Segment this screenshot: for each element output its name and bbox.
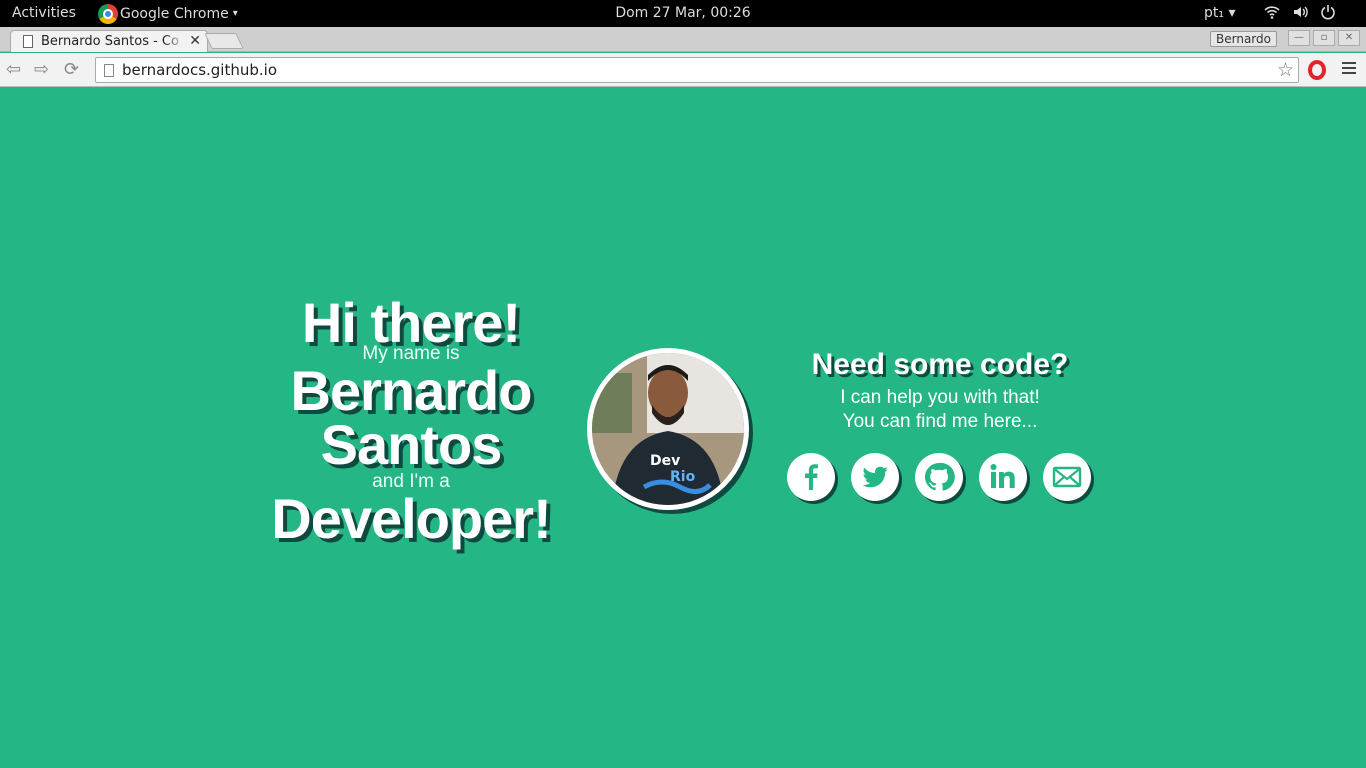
reload-button[interactable]: ⟳	[64, 59, 79, 80]
page-icon	[104, 63, 114, 77]
browser-tab[interactable]: Bernardo Santos - Co ✕	[10, 30, 208, 52]
web-page: Hi there! My name is Bernardo Santos and…	[0, 88, 1366, 768]
facebook-icon	[805, 464, 818, 490]
activities-button[interactable]: Activities	[12, 5, 76, 21]
pitch-line-1: I can help you with that!	[840, 387, 1040, 408]
github-link[interactable]	[915, 453, 963, 501]
back-button[interactable]: ⇦	[6, 59, 21, 80]
bookmark-star-icon[interactable]: ☆	[1277, 59, 1294, 81]
extension-icon[interactable]	[1308, 60, 1326, 80]
svg-text:Dev: Dev	[650, 453, 680, 469]
address-bar[interactable]: bernardocs.github.io ☆	[95, 57, 1299, 83]
volume-icon[interactable]	[1292, 4, 1308, 20]
twitter-link[interactable]	[851, 453, 899, 501]
profile-button[interactable]: Bernardo	[1210, 31, 1277, 47]
email-icon	[1052, 466, 1082, 488]
pitch-heading: Need some code?	[811, 348, 1069, 381]
avatar: Dev Rio	[587, 348, 749, 510]
role: Developer!	[271, 487, 551, 550]
page-icon	[23, 35, 33, 48]
social-links	[787, 453, 1091, 501]
power-icon[interactable]	[1320, 4, 1336, 20]
keyboard-layout-indicator[interactable]: pt₁ ▾	[1204, 5, 1235, 21]
maximize-button[interactable]: ▫	[1313, 30, 1335, 46]
forward-button[interactable]: ⇨	[34, 59, 49, 80]
tab-title: Bernardo Santos - Co	[41, 34, 179, 49]
twitter-icon	[862, 466, 888, 488]
first-name: Bernardo	[290, 359, 533, 422]
greeting: Hi there!	[301, 291, 521, 354]
facebook-link[interactable]	[787, 453, 835, 501]
last-name: Santos	[320, 413, 503, 476]
close-window-button[interactable]: ✕	[1338, 30, 1360, 46]
pitch-block: Need some code? I can help you with that…	[790, 348, 1090, 434]
pitch-line-2: You can find me here...	[842, 411, 1038, 432]
intro-block: Hi there! My name is Bernardo Santos and…	[230, 291, 592, 550]
url-text: bernardocs.github.io	[122, 61, 278, 79]
linkedin-icon	[990, 464, 1015, 488]
chrome-logo-icon	[98, 3, 118, 24]
wifi-icon[interactable]	[1264, 4, 1280, 20]
chevron-down-icon: ▾	[232, 8, 238, 19]
browser-toolbar: ⇦ ⇨ ⟳ bernardocs.github.io ☆	[0, 53, 1366, 87]
browser-menu-icon[interactable]	[1342, 62, 1356, 77]
app-menu-label: Google Chrome	[120, 5, 229, 22]
app-menu[interactable]: Google Chrome ▾	[98, 0, 238, 27]
linkedin-link[interactable]	[979, 453, 1027, 501]
new-tab-button[interactable]	[204, 33, 244, 49]
tab-strip: Bernardo Santos - Co ✕ Bernardo — ▫ ✕	[0, 27, 1366, 52]
system-top-bar: Activities Google Chrome ▾ Dom 27 Mar, 0…	[0, 0, 1366, 27]
minimize-button[interactable]: —	[1288, 30, 1310, 46]
tab-close-icon[interactable]: ✕	[189, 33, 201, 49]
clock[interactable]: Dom 27 Mar, 00:26	[615, 5, 750, 21]
email-link[interactable]	[1043, 453, 1091, 501]
github-icon	[924, 462, 955, 491]
